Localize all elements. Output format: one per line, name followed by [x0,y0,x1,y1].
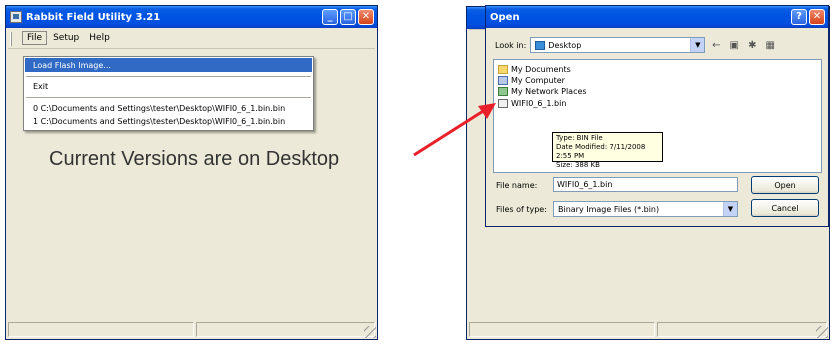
files-of-type-combo[interactable]: Binary Image Files (*.bin) ▼ [553,201,738,217]
list-item-label: WIFI0_6_1.bin [511,99,567,108]
statusbar [8,322,375,337]
open-dialog-titlebar[interactable]: Open ? ✕ [486,6,828,28]
list-item[interactable]: My Documents [498,64,571,75]
help-button[interactable]: ? [791,9,807,25]
open-dialog: Open ? ✕ Look in: Desktop ▼ ← ▣ ✱ ▦ My D… [485,5,829,227]
app-icon [10,11,22,23]
resize-grip[interactable] [816,326,828,338]
tooltip-type: Type: BIN File [556,134,603,142]
network-icon [498,87,508,96]
open-button[interactable]: Open [751,176,819,194]
bin-file-icon [498,99,508,108]
menu-item-recent-0[interactable]: 0 C:\Documents and Settings\tester\Deskt… [25,101,312,115]
rabbit-window-title: Rabbit Field Utility 3.21 [26,11,161,23]
chevron-down-icon[interactable]: ▼ [723,202,737,216]
look-in-row: Look in: Desktop ▼ ← ▣ ✱ ▦ [495,37,777,53]
chevron-down-icon[interactable]: ▼ [690,38,705,52]
rabbit-field-utility-window: Rabbit Field Utility 3.21 _ □ ✕ File Set… [5,5,378,340]
file-tooltip: Type: BIN File Date Modified: 7/11/2008 … [552,132,663,169]
close-button[interactable]: ✕ [809,9,825,25]
file-name-label: File name: [496,181,538,190]
menubar: File Setup Help [8,29,375,47]
status-pane-2 [657,322,827,337]
look-in-label: Look in: [495,40,527,50]
back-icon[interactable]: ← [709,38,723,52]
file-name-field[interactable]: WIFI0_6_1.bin [553,177,738,192]
computer-icon [498,76,508,85]
status-pane-1 [8,322,194,337]
rabbit-titlebar[interactable]: Rabbit Field Utility 3.21 _ □ ✕ [6,6,377,28]
view-menu-icon[interactable]: ▦ [763,38,777,52]
caption-text: Current Versions are on Desktop [49,148,340,170]
menu-file[interactable]: File [22,31,48,45]
resize-grip[interactable] [364,326,376,338]
list-item[interactable]: My Computer [498,75,565,86]
list-item-label: My Documents [511,65,571,74]
menu-item-exit[interactable]: Exit [25,79,312,93]
look-in-value: Desktop [548,40,582,50]
file-list[interactable]: My Documents My Computer My Network Plac… [493,59,822,173]
desktop-icon [535,40,546,50]
status-pane-1 [469,322,655,337]
minimize-button[interactable]: _ [322,9,338,25]
menu-item-recent-1[interactable]: 1 C:\Documents and Settings\tester\Deskt… [25,114,312,128]
list-item-label: My Computer [511,76,565,85]
menu-item-load-flash-image[interactable]: Load Flash Image... [25,58,312,72]
tooltip-size: Size: 388 KB [556,161,600,169]
file-menu-dropdown: Load Flash Image... Exit 0 C:\Documents … [23,56,314,131]
folder-icon [498,65,508,74]
new-folder-icon[interactable]: ✱ [745,38,759,52]
maximize-button[interactable]: □ [340,9,356,25]
open-dialog-title: Open [490,11,520,23]
tooltip-date: Date Modified: 7/11/2008 2:55 PM [556,143,646,160]
status-pane-2 [196,322,375,337]
menu-setup[interactable]: Setup [49,32,83,44]
background-statusbar [469,322,827,337]
menu-help[interactable]: Help [85,32,114,44]
look-in-combo[interactable]: Desktop ▼ [530,37,706,53]
files-of-type-label: Files of type: [496,205,547,214]
close-button[interactable]: ✕ [358,9,374,25]
list-item[interactable]: WIFI0_6_1.bin [498,98,566,109]
menu-separator [26,76,311,77]
files-of-type-value: Binary Image Files (*.bin) [558,204,660,214]
up-folder-icon[interactable]: ▣ [727,38,741,52]
cancel-button[interactable]: Cancel [751,199,819,217]
list-item-label: My Network Places [511,87,587,96]
menu-separator [26,97,311,98]
list-item[interactable]: My Network Places [498,86,587,97]
